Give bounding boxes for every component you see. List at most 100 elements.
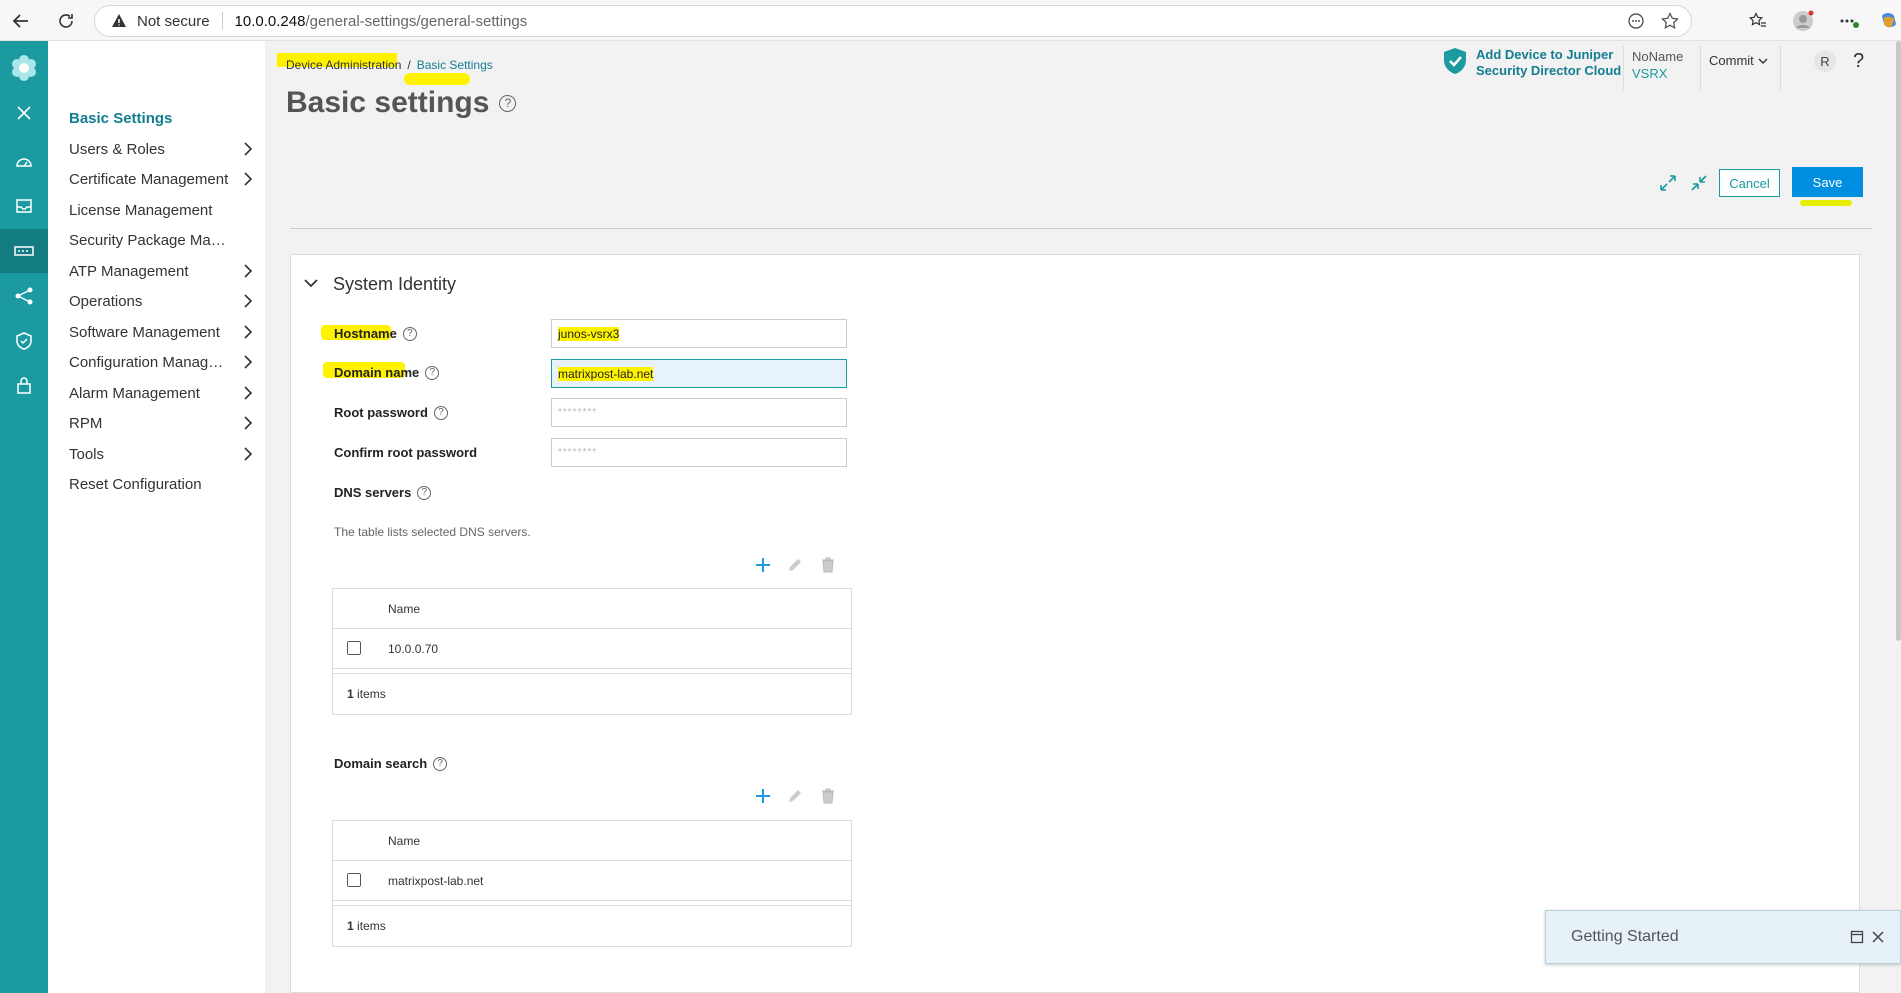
- hostname-label-text: Hostname: [334, 326, 397, 341]
- back-arrow-icon[interactable]: [10, 10, 32, 32]
- address-bar[interactable]: Not secure 10.0.0.248 /general-settings/…: [94, 5, 1692, 37]
- profile-icon[interactable]: [1792, 10, 1814, 32]
- sidebar-item-label: RPM: [69, 414, 103, 432]
- add-icon[interactable]: [754, 556, 772, 574]
- dns-servers-label-text: DNS servers: [334, 485, 412, 500]
- chevron-right-icon: [244, 447, 253, 461]
- chevron-right-icon: [244, 264, 253, 278]
- copilot-icon[interactable]: [1878, 10, 1900, 32]
- root-password-input[interactable]: ********: [551, 398, 847, 427]
- sidebar-item-basic-settings[interactable]: Basic Settings: [69, 105, 249, 131]
- logo-icon: [0, 43, 48, 93]
- sidebar-item-label: Tools: [69, 445, 105, 463]
- breadcrumb-parent[interactable]: Device Administration: [286, 58, 401, 72]
- dashboard-icon[interactable]: [0, 140, 48, 184]
- confirm-password-input[interactable]: ********: [551, 438, 847, 467]
- collapse-icon[interactable]: [1690, 174, 1708, 192]
- sidebar-item-tools[interactable]: Tools: [69, 441, 253, 467]
- help-icon[interactable]: ?: [433, 405, 448, 420]
- domain-search-label: Domain search ?: [334, 756, 448, 771]
- sidebar-item-alarm-management[interactable]: Alarm Management: [69, 380, 253, 406]
- help-icon[interactable]: ?: [402, 326, 417, 341]
- sidebar-item-software-management[interactable]: Software Management: [69, 319, 253, 345]
- page-title-text: Basic settings: [286, 86, 490, 119]
- breadcrumb: Device Administration / Basic Settings: [286, 58, 493, 72]
- minimize-icon[interactable]: [1850, 930, 1864, 944]
- sidebar-item-configuration-management[interactable]: Configuration Manage...: [69, 349, 253, 375]
- help-question-icon[interactable]: ?: [1853, 50, 1864, 73]
- security-shield-icon[interactable]: [0, 319, 48, 363]
- column-header-name[interactable]: Name: [388, 602, 420, 616]
- hostname-input[interactable]: junos-vsrx3: [551, 319, 847, 348]
- item-count-label: items: [357, 919, 386, 933]
- sidebar-item-label: Basic Settings: [69, 109, 173, 127]
- hostname-value: junos-vsrx3: [558, 326, 620, 341]
- help-icon[interactable]: ?: [417, 485, 432, 500]
- dns-note: The table lists selected DNS servers.: [334, 525, 531, 539]
- domain-name-input[interactable]: matrixpost-lab.net: [551, 359, 847, 388]
- app-rail: [0, 41, 48, 993]
- close-menu-icon[interactable]: [0, 91, 48, 135]
- warning-icon: [112, 14, 126, 27]
- avatar[interactable]: R: [1814, 50, 1836, 72]
- close-icon[interactable]: [1871, 930, 1885, 944]
- page-title: Basic settings ?: [286, 86, 517, 120]
- row-checkbox[interactable]: [347, 641, 361, 655]
- monitor-icon[interactable]: [0, 184, 48, 228]
- sidebar-item-label: Configuration Manage...: [69, 353, 229, 371]
- refresh-icon[interactable]: [55, 10, 77, 32]
- chevron-right-icon: [244, 172, 253, 186]
- domain-search-value: matrixpost-lab.net: [388, 874, 484, 888]
- sidebar-item-label: License Management: [69, 201, 213, 219]
- getting-started-panel[interactable]: Getting Started: [1545, 910, 1901, 964]
- table-footer: 1 items: [333, 906, 851, 946]
- sidebar-item-reset-configuration[interactable]: Reset Configuration: [69, 471, 249, 497]
- add-device-juniper-link[interactable]: Add Device to Juniper Security Director …: [1442, 47, 1621, 79]
- edit-pencil-icon[interactable]: [786, 556, 804, 574]
- sidebar-item-license-management[interactable]: License Management: [69, 197, 249, 223]
- table-row[interactable]: matrixpost-lab.net: [333, 861, 851, 901]
- help-icon[interactable]: ?: [433, 756, 448, 771]
- cancel-button[interactable]: Cancel: [1719, 169, 1780, 197]
- sidebar-item-label: Security Package Man...: [69, 231, 229, 249]
- delete-trash-icon[interactable]: [819, 787, 837, 805]
- more-options-icon[interactable]: [1838, 10, 1860, 32]
- sidebar-item-atp-management[interactable]: ATP Management: [69, 258, 253, 284]
- sidebar-item-users-roles[interactable]: Users & Roles: [69, 136, 253, 162]
- column-header-name[interactable]: Name: [388, 834, 420, 848]
- domain-name-label: Domain name ?: [334, 365, 440, 380]
- juniper-line-1: Add Device to Juniper: [1476, 47, 1614, 62]
- sidebar-item-certificate-management[interactable]: Certificate Management: [69, 166, 253, 192]
- root-password-placeholder: ********: [558, 407, 598, 418]
- device-admin-icon[interactable]: [0, 229, 48, 273]
- save-button[interactable]: Save: [1792, 167, 1863, 197]
- sidebar-item-rpm[interactable]: RPM: [69, 410, 253, 436]
- favorite-star-icon[interactable]: [1661, 12, 1679, 30]
- table-footer: 1 items: [333, 674, 851, 714]
- reader-mode-icon[interactable]: [1627, 12, 1645, 30]
- lock-icon[interactable]: [0, 363, 48, 407]
- section-title: System Identity: [333, 274, 457, 294]
- table-row[interactable]: 10.0.0.70: [333, 629, 851, 669]
- scrollbar[interactable]: [1896, 41, 1901, 641]
- expand-icon[interactable]: [1659, 174, 1677, 192]
- sidebar-item-security-package[interactable]: Security Package Man...: [69, 227, 249, 253]
- juniper-shield-icon: [1444, 48, 1466, 74]
- network-icon[interactable]: [0, 274, 48, 318]
- add-icon[interactable]: [754, 787, 772, 805]
- edit-pencil-icon[interactable]: [786, 787, 804, 805]
- sidebar-item-label: Operations: [69, 292, 143, 310]
- chevron-down-icon[interactable]: [303, 277, 319, 289]
- help-icon[interactable]: ?: [425, 365, 440, 380]
- domain-name-value: matrixpost-lab.net: [558, 366, 654, 381]
- highlight-mark: [404, 73, 470, 85]
- system-identity-panel: System Identity Hostname ? junos-vsrx3 D…: [290, 254, 1860, 993]
- chevron-right-icon: [244, 325, 253, 339]
- sidebar-item-operations[interactable]: Operations: [69, 288, 253, 314]
- delete-trash-icon[interactable]: [819, 556, 837, 574]
- row-checkbox[interactable]: [347, 873, 361, 887]
- commit-dropdown[interactable]: Commit: [1709, 53, 1768, 68]
- help-icon[interactable]: ?: [499, 94, 517, 112]
- favorites-icon[interactable]: [1747, 10, 1769, 32]
- juniper-line-2: Security Director Cloud: [1476, 63, 1622, 78]
